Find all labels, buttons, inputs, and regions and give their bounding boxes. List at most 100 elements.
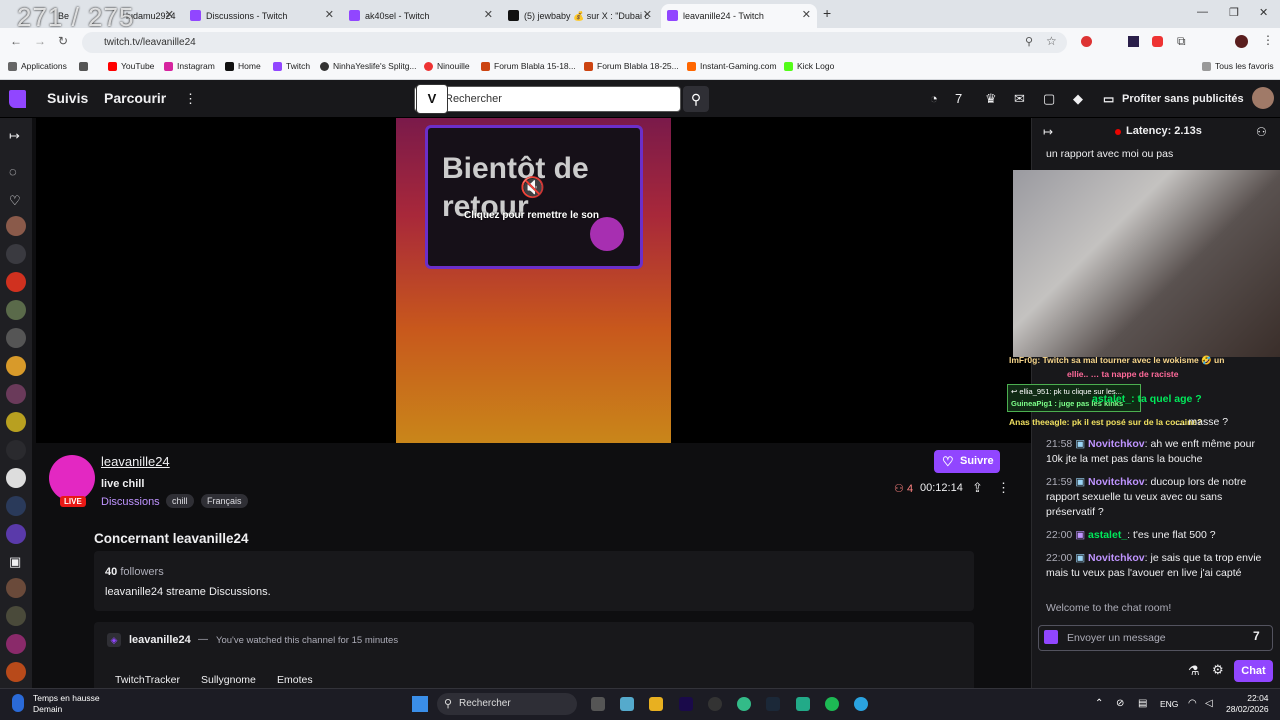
- close-icon[interactable]: ✕: [165, 8, 174, 21]
- channel-avatar[interactable]: [6, 496, 26, 516]
- channel-avatar[interactable]: [6, 272, 26, 292]
- collapse-chat-icon[interactable]: ↦: [1043, 125, 1053, 139]
- wifi-icon[interactable]: ◠: [1188, 698, 1197, 709]
- close-icon[interactable]: ✕: [643, 8, 652, 21]
- channel-avatar[interactable]: [6, 440, 26, 460]
- bookmark-item[interactable]: Applications: [8, 61, 67, 71]
- close-icon[interactable]: ✕: [325, 8, 334, 21]
- channel-avatar[interactable]: [6, 356, 26, 376]
- close-icon[interactable]: ✕: [484, 8, 493, 21]
- bits-icon[interactable]: ⚗: [1188, 663, 1200, 679]
- channel-avatar[interactable]: [6, 606, 26, 626]
- channel-avatar[interactable]: [6, 216, 26, 236]
- folder-icon[interactable]: [649, 697, 663, 711]
- follow-button[interactable]: ♡ Suivre: [934, 450, 1000, 473]
- panel-channel-name[interactable]: leavanille24: [129, 634, 191, 646]
- menu-icon[interactable]: ⋮: [1262, 33, 1274, 47]
- app-icon[interactable]: [620, 697, 634, 711]
- steam-icon[interactable]: [766, 697, 780, 711]
- expand-sidebar-icon[interactable]: ↦: [9, 128, 20, 144]
- channel-name[interactable]: leavanille24: [101, 454, 170, 469]
- taskview-icon[interactable]: [591, 697, 605, 711]
- browser-tab[interactable]: (5) jewbaby 💰 sur X : "Dubai c ✕: [502, 4, 658, 28]
- settings-gear-icon[interactable]: ⚙: [1212, 662, 1224, 678]
- bookmark-item[interactable]: Home: [225, 61, 261, 71]
- search-input[interactable]: Rechercher: [414, 86, 681, 112]
- close-window-button[interactable]: ✕: [1259, 6, 1268, 19]
- nav-following[interactable]: Suivis: [47, 90, 88, 106]
- twitch-logo-icon[interactable]: [9, 90, 26, 108]
- prime-icon[interactable]: ◔: [930, 91, 938, 106]
- all-bookmarks[interactable]: Tous les favoris: [1202, 61, 1274, 71]
- close-icon[interactable]: ✕: [802, 8, 811, 21]
- channel-avatar-large[interactable]: [49, 455, 95, 501]
- bookmark-item[interactable]: Instant-Gaming.com: [687, 61, 777, 71]
- search-button[interactable]: ⚲: [683, 86, 709, 112]
- chat-input[interactable]: Envoyer un message: [1038, 625, 1273, 651]
- channel-avatar[interactable]: [6, 300, 26, 320]
- weather-icon[interactable]: [12, 694, 24, 712]
- zoom-icon[interactable]: ⚲: [1025, 35, 1033, 48]
- bookmark-item[interactable]: Forum Blabla 18-25...: [584, 61, 679, 71]
- tag-francais[interactable]: Français: [201, 494, 248, 508]
- more-options-icon[interactable]: ⋮: [997, 480, 1010, 496]
- panel-link-sullygnome[interactable]: Sullygnome: [201, 674, 256, 686]
- channel-avatar[interactable]: [6, 468, 26, 488]
- language-indicator[interactable]: ENG: [1160, 699, 1178, 709]
- back-icon[interactable]: ←: [10, 34, 22, 48]
- channel-avatar[interactable]: [6, 328, 26, 348]
- extension-icon[interactable]: [1081, 36, 1092, 47]
- panel-link-twitchtracker[interactable]: TwitchTracker: [115, 674, 180, 686]
- tag-chill[interactable]: chill: [166, 494, 194, 508]
- premiere-icon[interactable]: [679, 697, 693, 711]
- extension-7tv-icon[interactable]: 7: [955, 91, 962, 106]
- recommended-icon[interactable]: ◌: [9, 164, 17, 179]
- bits-icon[interactable]: ◆: [1073, 91, 1083, 107]
- bookmark-item[interactable]: YouTube: [108, 61, 154, 71]
- inbox-icon[interactable]: ✉: [1014, 91, 1025, 107]
- extension-icon[interactable]: [1152, 36, 1163, 47]
- bookmark-star-icon[interactable]: ☆: [1046, 34, 1057, 48]
- bookmark-item[interactable]: Forum Blabla 15-18...: [481, 61, 576, 71]
- maximize-button[interactable]: ❐: [1229, 6, 1239, 19]
- channel-avatar[interactable]: [6, 384, 26, 404]
- app-icon[interactable]: [796, 697, 810, 711]
- start-button[interactable]: [412, 696, 428, 712]
- extension-icon[interactable]: [1128, 36, 1139, 47]
- channel-avatar[interactable]: [6, 662, 26, 682]
- browser-tab[interactable]: ak40sel - Twitch ✕: [343, 4, 499, 28]
- video-icon[interactable]: ▣: [9, 554, 21, 570]
- unmute-hint[interactable]: Cliquez pour remettre le son: [464, 210, 599, 221]
- muted-speaker-icon[interactable]: 🔇: [520, 175, 545, 200]
- puzzle-icon[interactable]: ⧉: [1177, 34, 1186, 49]
- panel-link-emotes[interactable]: Emotes: [277, 674, 313, 686]
- reload-icon[interactable]: ↻: [58, 34, 68, 48]
- chat-send-button[interactable]: Chat: [1234, 660, 1273, 682]
- url-field[interactable]: twitch.tv/leavanille24: [82, 32, 1067, 53]
- emote-picker-icon[interactable]: 7: [1253, 629, 1260, 643]
- chat-extension-icon[interactable]: [1044, 630, 1058, 644]
- new-tab-button[interactable]: +: [823, 5, 831, 21]
- heart-icon[interactable]: ♡: [9, 193, 21, 209]
- spotify-icon[interactable]: [825, 697, 839, 711]
- tray-icon[interactable]: ⊘: [1116, 698, 1124, 709]
- bookmark-item[interactable]: Ninouille: [424, 61, 470, 71]
- taskbar-search[interactable]: ⚲ Rechercher: [437, 693, 577, 715]
- chrome-icon[interactable]: [737, 697, 751, 711]
- search-extension-icon[interactable]: V: [416, 84, 448, 114]
- nav-browse[interactable]: Parcourir: [104, 90, 166, 106]
- share-icon[interactable]: ⇪: [972, 480, 983, 496]
- tray-chevron-icon[interactable]: ⌃: [1095, 698, 1103, 709]
- adfree-button[interactable]: ▭ Profiter sans publicités: [1098, 87, 1244, 111]
- minimize-button[interactable]: —: [1197, 6, 1208, 18]
- browser-tab-active[interactable]: leavanille24 - Twitch ✕: [661, 4, 817, 28]
- forward-icon[interactable]: →: [34, 34, 46, 48]
- channel-avatar[interactable]: [6, 244, 26, 264]
- users-icon[interactable]: ⚇: [1256, 125, 1267, 139]
- bookmark-item[interactable]: Twitch: [273, 61, 310, 71]
- bookmark-item[interactable]: Kick Logo: [784, 61, 834, 71]
- clock[interactable]: 22:04 28/02/2026: [1226, 693, 1269, 715]
- telegram-icon[interactable]: [854, 697, 868, 711]
- user-avatar[interactable]: [1252, 87, 1274, 109]
- weather-widget[interactable]: Temps en hausse Demain: [33, 693, 100, 715]
